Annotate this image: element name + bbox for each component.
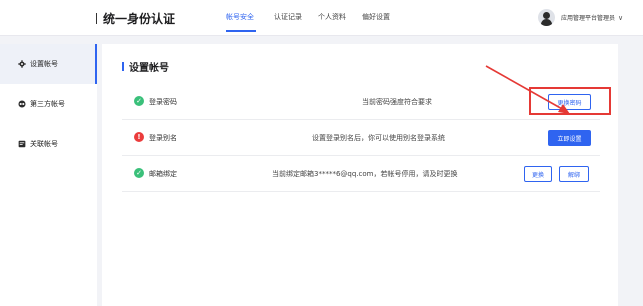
setting-label: 登录密码: [149, 98, 177, 106]
sidebar-item-label: 关联帐号: [30, 140, 58, 148]
setting-label: 登录别名: [149, 134, 177, 142]
brand-divider: [96, 13, 97, 24]
setting-label: 邮箱绑定: [149, 170, 177, 178]
set-alias-button[interactable]: 立即设置: [548, 130, 591, 146]
warning-circle-icon: !: [134, 132, 144, 142]
annotation-arrow-icon: [485, 65, 570, 114]
tab-auth-records[interactable]: 认证记录: [274, 12, 302, 22]
account-icon: [18, 140, 26, 148]
top-bar: 统一身份认证 帐号安全 认证记录 个人资料 偏好设置 应用管理平台管理员 ∨: [0, 0, 643, 36]
sidebar-item-account-settings[interactable]: 设置帐号: [0, 44, 97, 84]
check-circle-icon: ✓: [134, 96, 144, 106]
brand: 统一身份认证: [96, 10, 175, 27]
tab-preferences[interactable]: 偏好设置: [362, 12, 390, 22]
sidebar: 设置帐号 第三方帐号 关联帐号: [0, 44, 97, 306]
setting-description: 设置登录别名后，你可以使用别名登录系统: [312, 134, 445, 142]
sidebar-item-linked-accounts[interactable]: 关联帐号: [0, 124, 97, 164]
brand-title: 统一身份认证: [103, 12, 176, 26]
sidebar-item-label: 第三方帐号: [30, 100, 65, 108]
tab-account-security[interactable]: 帐号安全: [226, 12, 254, 22]
gear-icon: [18, 60, 26, 68]
page-title: 设置帐号: [122, 59, 169, 74]
title-accent-bar: [122, 62, 124, 71]
user-menu[interactable]: 应用管理平台管理员 ∨: [538, 9, 623, 26]
tab-profile[interactable]: 个人资料: [318, 12, 346, 22]
setting-description: 当前绑定邮箱3*****6@qq.com，若帐号停用，请及时更换: [272, 170, 458, 178]
setting-row-alias: ! 登录别名 设置登录别名后，你可以使用别名登录系统 立即设置: [122, 120, 600, 156]
active-tab-indicator: [226, 30, 256, 32]
unbind-email-button[interactable]: 解绑: [559, 166, 589, 182]
setting-row-email: ✓ 邮箱绑定 当前绑定邮箱3*****6@qq.com，若帐号停用，请及时更换 …: [122, 156, 600, 192]
check-circle-icon: ✓: [134, 168, 144, 178]
chevron-down-icon: ∨: [618, 13, 624, 22]
sidebar-item-label: 设置帐号: [30, 60, 58, 68]
page-title-text: 设置帐号: [129, 63, 169, 74]
sidebar-item-third-party[interactable]: 第三方帐号: [0, 84, 97, 124]
setting-description: 当前密码强度符合要求: [362, 98, 432, 106]
avatar: [538, 9, 555, 26]
user-name: 应用管理平台管理员: [561, 15, 616, 22]
replace-email-button[interactable]: 更换: [524, 166, 552, 182]
link-icon: [18, 100, 26, 108]
